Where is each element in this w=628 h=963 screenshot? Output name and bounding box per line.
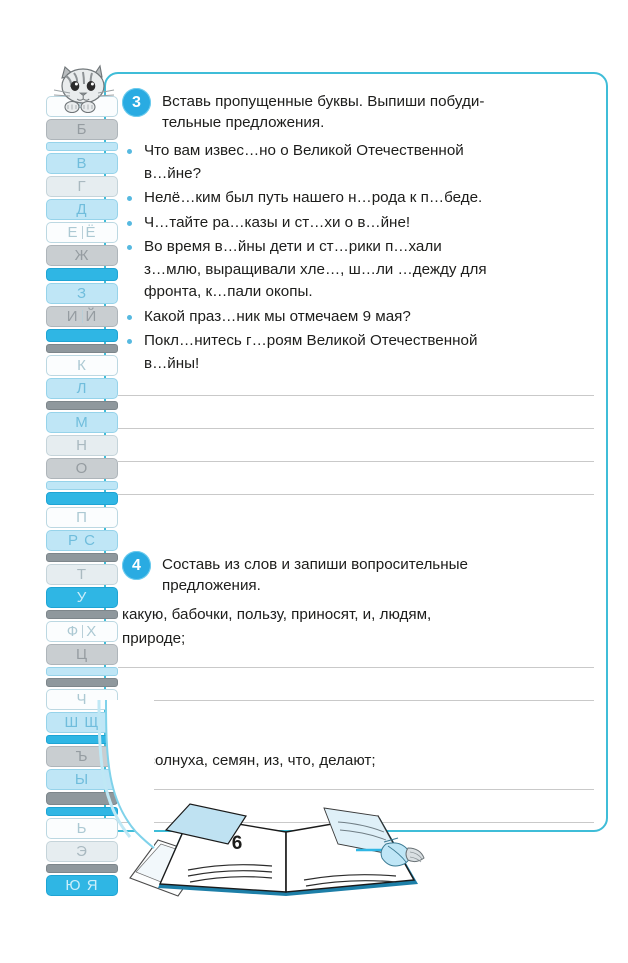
spine-letter: М <box>75 414 89 431</box>
spine-letter: Ъ <box>75 748 89 765</box>
workbook-page: АБВГДЕЁЖЗИЙКЛМНОПР СТУФХЦЧШ ЩЪЫЬЭЮ Я 3Вс… <box>0 0 628 963</box>
exercise-prompt-3: Вставь пропущенные буквы. Выпиши побуди-… <box>162 91 594 133</box>
spine-letter: Ш Щ <box>64 714 100 731</box>
exercise-number-badge-4: 4 <box>122 551 151 580</box>
sentence-item: Ч…тайте ра…казы и ст…хи о в…йне! <box>122 212 602 235</box>
spine-letter: Х <box>86 623 98 640</box>
spine-letter: Ч <box>76 691 88 708</box>
sentence-line: Что вам извес…но о Великой Отечественной <box>144 142 464 159</box>
spine-letter: У <box>76 589 88 606</box>
quill-pen-icon <box>356 837 425 867</box>
answer-writing-line[interactable] <box>118 428 594 429</box>
sentence-item: Нелё…ким был путь нашего н…рода к п…беде… <box>122 187 602 210</box>
kitten-mascot-icon <box>53 64 115 114</box>
answer-writing-line[interactable] <box>118 700 594 701</box>
spine-letter: Е <box>67 224 79 241</box>
spine-letter: К <box>77 357 87 374</box>
spine-divider <box>81 226 83 239</box>
answer-writing-line[interactable] <box>118 395 594 396</box>
answer-writing-line[interactable] <box>118 494 594 495</box>
prompt-line: Составь из слов и запиши вопросительные <box>162 556 468 573</box>
sentence-item: Какой праз…ник мы отмечаем 9 мая? <box>122 306 602 329</box>
spine-letter: Ё <box>85 224 97 241</box>
sentence-line: фронта, к…пали окопы. <box>144 283 313 300</box>
spine-divider <box>81 310 83 323</box>
word-set-line: какую, бабочки, пользу, приносят, и, люд… <box>122 606 432 623</box>
sentence-line: Нелё…ким был путь нашего н…рода к п…беде… <box>144 189 483 206</box>
answer-writing-line[interactable] <box>118 461 594 462</box>
spine-divider <box>82 625 84 638</box>
prompt-line: тельные предложения. <box>162 114 325 131</box>
sentence-line: Покл…нитесь г…роям Великой Отечественной <box>144 332 478 349</box>
sentence-line: Во время в…йны дети и ст…рики п…хали <box>144 238 442 255</box>
answer-writing-line[interactable] <box>118 667 594 668</box>
sentence-line: в…йне? <box>144 164 202 182</box>
prompt-line: предложения. <box>162 577 261 594</box>
spine-letter: Л <box>76 380 88 397</box>
exercise-prompt-4: Составь из слов и запиши вопросительные п… <box>162 554 594 596</box>
exercise-number-badge-3: 3 <box>122 88 151 117</box>
page-content: 3 Вставь пропущенные буквы. Выпиши побуди… <box>104 72 608 832</box>
page-curl-decoration <box>97 700 155 849</box>
spine-letter: Г <box>77 178 87 195</box>
sentence-line: з…млю, выращивали хле…, ш…ли …дежду для <box>144 260 487 278</box>
book-spine-юя: Ю Я <box>46 875 118 896</box>
book-spine-blank <box>46 864 118 873</box>
spine-letter: Т <box>76 566 88 583</box>
sentence-list: Что вам извес…но о Великой Отечественной… <box>122 140 602 377</box>
spine-letter: В <box>76 155 88 172</box>
sentence-line: Ч…тайте ра…казы и ст…хи о в…йне! <box>144 213 411 231</box>
spine-letter: Э <box>76 843 88 860</box>
sentence-line: Какой праз…ник мы отмечаем 9 мая? <box>144 307 411 325</box>
spine-letter: Ф <box>66 623 80 640</box>
spine-letter: Н <box>76 437 88 454</box>
spine-letter: Ю Я <box>65 877 99 894</box>
sentence-item: Покл…нитесь г…роям Великой Отечественной… <box>122 330 602 375</box>
spine-letter: Ц <box>75 646 89 663</box>
spine-letter: Б <box>76 121 88 138</box>
sentence-line: в…йны! <box>144 354 200 372</box>
word-set: какую, бабочки, пользу, приносят, и, люд… <box>122 603 600 651</box>
page-number: 6 <box>231 833 243 854</box>
spine-letter: Ы <box>74 771 90 788</box>
word-set-line: подсолнуха, семян, из, что, делают; <box>122 752 376 769</box>
spine-letter: Д <box>76 201 88 218</box>
spine-letter: Р С <box>67 532 96 549</box>
spine-letter: Й <box>85 308 98 325</box>
spine-letter: Ж <box>74 247 90 264</box>
spine-letter: З <box>76 285 88 302</box>
answer-writing-line[interactable] <box>118 789 594 790</box>
sentence-item: Что вам извес…но о Великой Отечественной… <box>122 140 602 185</box>
spine-letter: О <box>75 460 89 477</box>
spine-letter: П <box>76 509 88 526</box>
word-set-line: природе; <box>122 630 186 647</box>
word-set: подсолнуха, семян, из, что, делают; <box>122 749 600 773</box>
spine-letter: И <box>66 308 79 325</box>
prompt-line: Вставь пропущенные буквы. Выпиши побуди- <box>162 93 485 110</box>
sentence-item: Во время в…йны дети и ст…рики п…хали з…мл… <box>122 236 602 304</box>
spine-letter: Ь <box>76 820 88 837</box>
